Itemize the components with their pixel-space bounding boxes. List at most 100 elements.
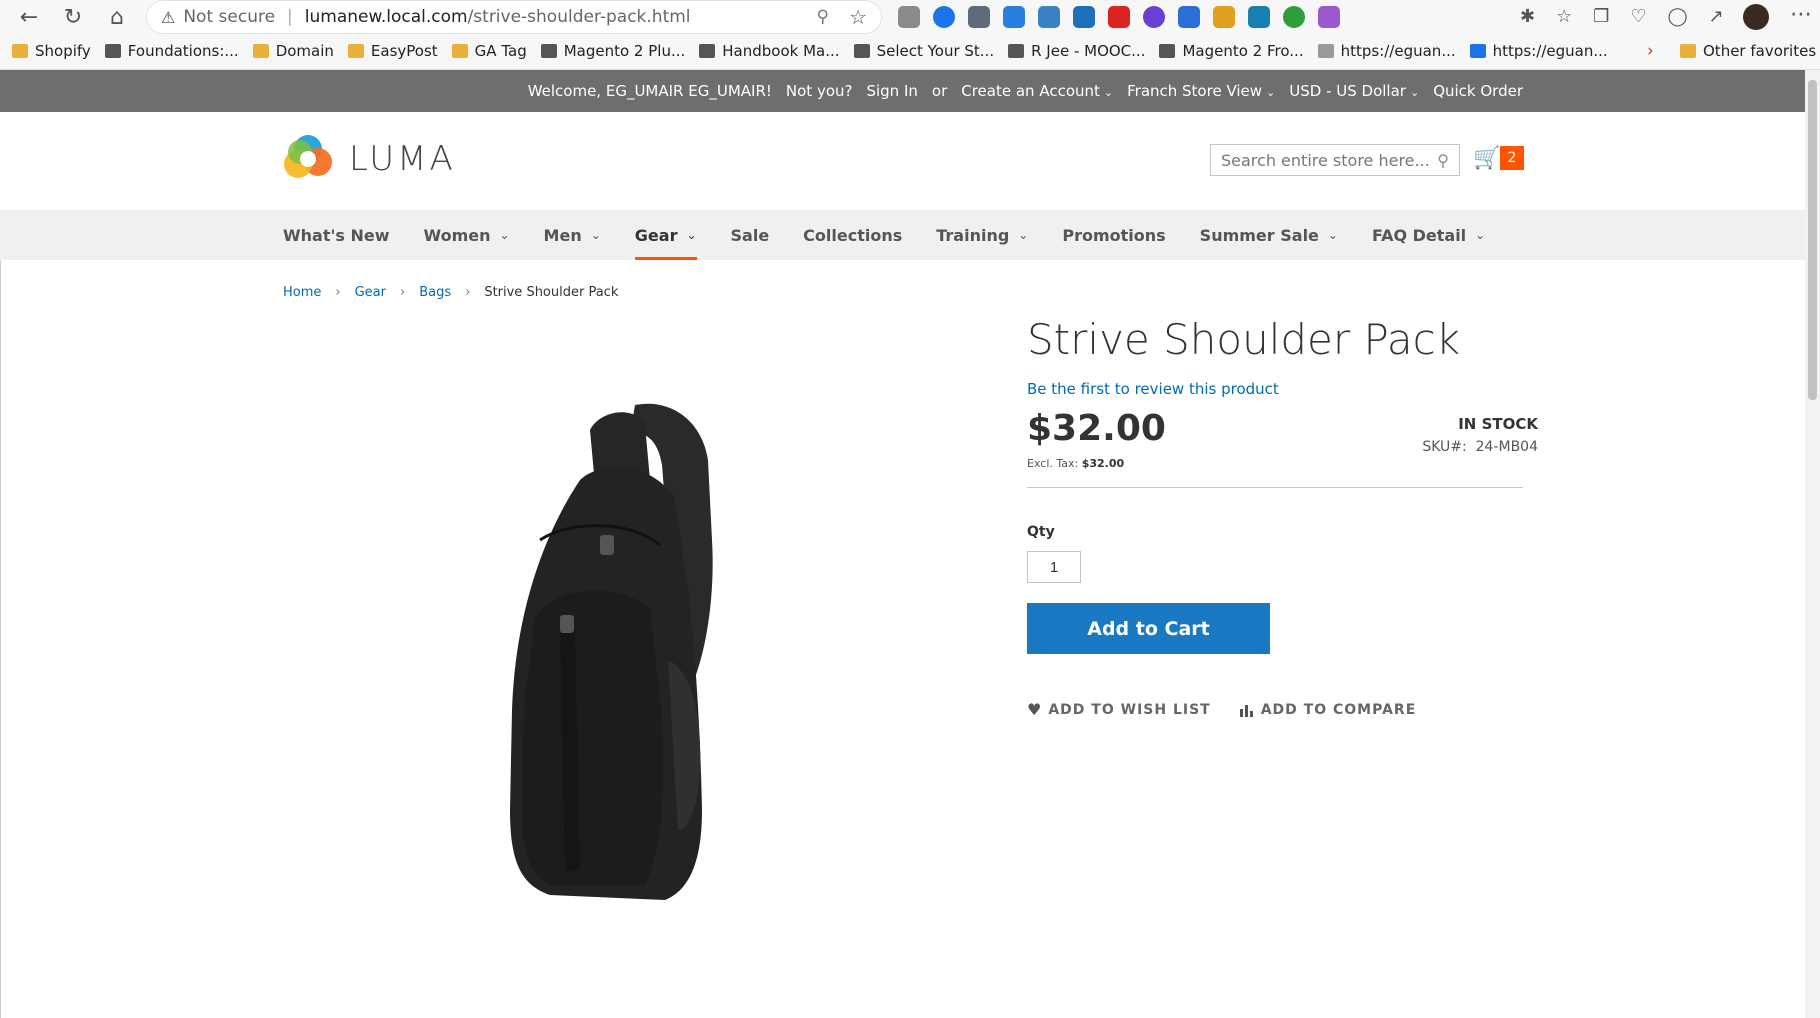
search-input[interactable]: Search entire store here... ⚲ [1210,144,1460,176]
chevron-down-icon: ⌄ [686,228,697,242]
puzzle-icon[interactable]: ✱ [1520,6,1535,27]
bookmark-item[interactable]: Shopify [12,42,91,60]
wishlist-label: ADD TO WISH LIST [1048,701,1211,718]
flower-extension-icon[interactable] [1143,6,1165,28]
luma-logo-icon[interactable] [283,134,333,184]
scrollbar-thumb[interactable] [1808,80,1817,400]
not-you-link[interactable]: Not you? [786,82,853,100]
more-menu-icon[interactable]: ⋯ [1790,2,1812,27]
excl-tax-label: Excl. Tax: [1027,457,1079,470]
bookmark-label: R Jee - MOOC... [1031,42,1146,60]
bookmark-favicon [1008,44,1025,58]
zoom-extension-icon[interactable] [933,6,955,28]
header-panel: Welcome, EG_UMAIR EG_UMAIR! Not you? Sig… [0,70,1805,112]
nav-item[interactable]: What's New [283,210,390,260]
chevron-right-icon: › [335,285,341,300]
home-icon[interactable]: ⌂ [100,0,134,34]
colorful-extension-icon[interactable] [1213,6,1235,28]
globe-extension-icon[interactable] [898,6,920,28]
nav-item[interactable]: Promotions [1062,210,1165,260]
nav-item[interactable]: Sale [731,210,770,260]
create-account-link[interactable]: Create an Account ⌄ [961,82,1113,100]
breadcrumb-bags[interactable]: Bags [419,285,451,300]
health-icon[interactable]: ♡ [1630,6,1646,27]
back-icon[interactable]: ← [12,0,46,34]
collections-icon[interactable]: ❐ [1593,6,1609,27]
bookmark-item[interactable]: Foundations:... [104,42,239,60]
scrollbar[interactable] [1805,70,1820,1018]
bookmark-item[interactable]: Select Your St... [853,42,994,60]
main-navigation: What's New Women ⌄ Men ⌄ Gear ⌄ Sale Collections… [0,210,1805,260]
green-extension-icon[interactable] [1283,6,1305,28]
bookmark-item[interactable]: GA Tag [451,42,527,60]
share-icon[interactable]: ↗ [1709,6,1724,27]
favorites-icon[interactable]: ☆ [1556,6,1572,27]
gear-extension-icon[interactable] [1073,6,1095,28]
w-extension-icon[interactable] [1108,6,1130,28]
nav-item-label: Promotions [1062,225,1166,245]
folder-icon [451,44,468,58]
product-image[interactable] [440,390,800,950]
bookmark-item[interactable]: EasyPost [347,42,438,60]
chevron-right-icon: › [399,285,406,300]
n-extension-icon[interactable] [1248,6,1270,28]
tag-extension-icon[interactable] [1003,6,1025,28]
nav-item[interactable]: Summer Sale ⌄ [1200,210,1338,260]
url-separator: | [287,7,293,27]
reload-icon[interactable]: ↻ [56,0,90,34]
code-extension-icon[interactable] [968,6,990,28]
cart-icon[interactable]: 🛒 [1473,146,1500,171]
badge-extension-icon[interactable] [1038,6,1060,28]
search-icon[interactable]: ⚲ [1437,151,1449,170]
profile-avatar[interactable] [1743,4,1769,30]
pen-extension-icon[interactable] [1318,6,1340,28]
window-extension-icon[interactable] [1178,6,1200,28]
store-view-switcher[interactable]: Franch Store View ⌄ [1127,82,1275,100]
bookmark-item[interactable]: R Jee - MOOC... [1008,42,1145,60]
nav-item-label: Sale [730,225,770,245]
bookmark-label: Magento 2 Fro... [1182,42,1304,60]
review-link[interactable]: Be the first to review this product [1027,380,1279,398]
bookmark-item[interactable]: https://eguan... [1469,42,1608,60]
bookmark-label: EasyPost [370,42,438,60]
qty-input[interactable] [1027,551,1081,583]
bookmark-item[interactable]: https://eguan... [1317,42,1456,60]
nav-item[interactable]: Women ⌄ [424,210,510,260]
bookmark-item[interactable]: Domain [252,42,334,60]
compare-chart-icon [1239,704,1253,717]
bookmark-item[interactable]: Handbook Ma... [699,42,840,60]
url-host: lumanew.local.com [304,7,468,27]
other-favorites[interactable]: Other favorites [1680,36,1816,66]
bookmarks-bar: Shopify Foundations:... Domain EasyPost GA T… [0,36,1820,66]
nav-item[interactable]: Training ⌄ [936,210,1028,260]
browser-essentials-icon[interactable]: ◯ [1668,6,1688,27]
nav-item-label: Men [543,225,582,245]
breadcrumb-home[interactable]: Home [283,285,321,300]
currency-label: USD - US Dollar [1289,82,1406,100]
product-title: Strive Shoulder Pack [1027,315,1461,364]
sign-in-link[interactable]: Sign In [866,82,917,100]
address-bar[interactable]: ⚠ Not secure | lumanew.local.com /strive… [146,0,882,34]
browser-chrome: ← ↻ ⌂ ⚠ Not secure | lumanew.local.com /… [0,0,1820,70]
bookmark-item[interactable]: Magento 2 Plu... [540,42,685,60]
currency-switcher[interactable]: USD - US Dollar ⌄ [1289,82,1419,100]
chevron-down-icon: ⌄ [1409,86,1420,99]
bookmark-favicon [104,44,121,58]
bookmark-item[interactable]: Magento 2 Fro... [1159,42,1304,60]
nav-item[interactable]: Men ⌄ [544,210,601,260]
nav-item[interactable]: Gear ⌄ [634,210,697,260]
quick-order-link[interactable]: Quick Order [1433,82,1523,100]
add-to-wishlist-link[interactable]: ♥ ADD TO WISH LIST [1027,700,1211,719]
chevron-right-icon[interactable]: › [1647,41,1654,61]
logo-text[interactable]: LUMA [349,139,456,179]
cart-count-badge[interactable]: 2 [1500,146,1524,170]
favorite-star-icon[interactable]: ☆ [849,5,867,29]
key-icon[interactable]: ⚲ [817,7,829,27]
url-path: /strive-shoulder-pack.html [467,7,691,27]
add-to-cart-button[interactable]: Add to Cart [1027,603,1270,654]
breadcrumb-gear[interactable]: Gear [355,285,386,300]
nav-item[interactable]: FAQ Detail ⌄ [1372,210,1485,260]
add-to-compare-link[interactable]: ADD TO COMPARE [1239,702,1417,718]
browser-actions: ✱ ☆ ❐ ♡ ◯ ↗ [1520,6,1724,27]
nav-item[interactable]: Collections [803,210,902,260]
